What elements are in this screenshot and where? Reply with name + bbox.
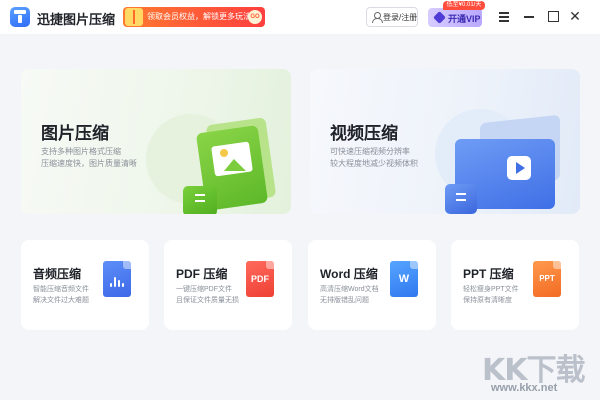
login-button[interactable]: 登录/注册	[366, 7, 418, 27]
promo-go-button[interactable]: GO	[248, 10, 262, 24]
gift-icon	[125, 8, 143, 26]
pdf-glyph: PDF	[251, 274, 269, 284]
app-logo-icon	[10, 7, 30, 27]
card-title: 音频压缩	[33, 267, 82, 281]
card-desc: 轻松瘦身PPT文件	[463, 286, 519, 293]
user-icon	[372, 12, 383, 23]
word-compress-card[interactable]: Word 压缩 高清压缩Word文档 无排版错乱问题 W	[308, 240, 436, 330]
pdf-compress-card[interactable]: PDF 压缩 一键压缩PDF文件 且保证文件质量无损 PDF	[164, 240, 292, 330]
compress-icon	[183, 186, 217, 214]
ppt-file-icon: PPT	[533, 261, 561, 297]
card-title: 视频压缩	[330, 124, 398, 143]
card-desc: 保持原有清晰度	[463, 297, 512, 304]
card-desc: 一键压缩PDF文件	[176, 286, 232, 293]
title-bar: 迅捷图片压缩 领取会员权益，解锁更多玩法 GO 登录/注册 开通VIP 低至¥0…	[0, 0, 600, 34]
watermark: KK下载 www.kkx.net	[477, 345, 597, 397]
card-title: 图片压缩	[41, 124, 109, 143]
ppt-glyph: PPT	[539, 274, 555, 283]
promo-banner[interactable]: 领取会员权益，解锁更多玩法 GO	[123, 7, 265, 27]
vip-price-badge: 低至¥0.01/天	[443, 1, 485, 10]
card-title: PPT 压缩	[463, 267, 514, 281]
close-icon[interactable]: ✕	[568, 9, 582, 23]
vip-label: 开通VIP	[448, 14, 481, 24]
video-compress-card[interactable]: 视频压缩 可快速压缩视频分辨率 较大程度地减少视频体积	[310, 69, 580, 214]
vip-icon	[433, 11, 446, 24]
watermark-url: www.kkx.net	[491, 382, 558, 394]
image-compress-card[interactable]: 图片压缩 支持多种图片格式压缩 压缩速度快，图片质量清晰	[21, 69, 291, 214]
audio-compress-card[interactable]: 音频压缩 智能压缩音频文件 解决文件过大难题	[21, 240, 149, 330]
compress-icon	[445, 184, 477, 214]
card-desc: 智能压缩音频文件	[33, 286, 89, 293]
card-desc: 解决文件过大难题	[33, 297, 89, 304]
word-glyph: W	[398, 273, 410, 285]
vip-button[interactable]: 开通VIP	[428, 8, 482, 27]
menu-icon[interactable]	[497, 9, 511, 23]
card-title: Word 压缩	[320, 267, 378, 281]
maximize-icon[interactable]	[546, 9, 560, 23]
ppt-compress-card[interactable]: PPT 压缩 轻松瘦身PPT文件 保持原有清晰度 PPT	[451, 240, 579, 330]
audio-file-icon	[103, 261, 131, 297]
word-file-icon: W	[390, 261, 418, 297]
card-desc: 无排版错乱问题	[320, 297, 369, 304]
card-title: PDF 压缩	[176, 267, 228, 281]
login-label: 登录/注册	[383, 13, 418, 22]
pdf-file-icon: PDF	[246, 261, 274, 297]
minimize-icon[interactable]	[522, 9, 536, 23]
card-desc: 较大程度地减少视频体积	[330, 159, 418, 168]
card-desc: 压缩速度快，图片质量清晰	[41, 159, 137, 168]
video-compress-illustration	[435, 109, 580, 214]
promo-text: 领取会员权益，解锁更多玩法	[147, 12, 251, 21]
app-title: 迅捷图片压缩	[37, 12, 116, 27]
image-compress-illustration	[146, 109, 286, 214]
card-desc: 且保证文件质量无损	[176, 297, 239, 304]
card-desc: 高清压缩Word文档	[320, 286, 379, 293]
play-icon	[507, 156, 531, 180]
card-desc: 支持多种图片格式压缩	[41, 147, 121, 156]
card-desc: 可快速压缩视频分辨率	[330, 147, 410, 156]
